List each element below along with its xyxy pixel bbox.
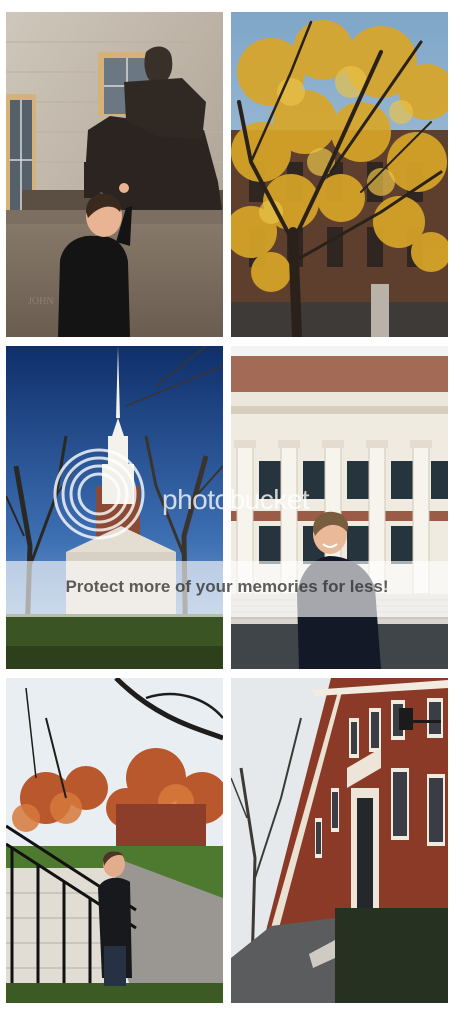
photobucket-logo — [53, 448, 145, 540]
photo-autumn-tree — [231, 12, 448, 337]
photo-autumn-yard — [6, 678, 223, 1003]
svg-text:JOHN: JOHN — [28, 296, 54, 307]
photo-brick-buildings — [231, 678, 448, 1003]
watermark-tagline: Protect more of your memories for less! — [65, 577, 389, 596]
photo-statue: JOHN — [6, 12, 223, 337]
watermark-brand: photobucket — [162, 484, 310, 515]
